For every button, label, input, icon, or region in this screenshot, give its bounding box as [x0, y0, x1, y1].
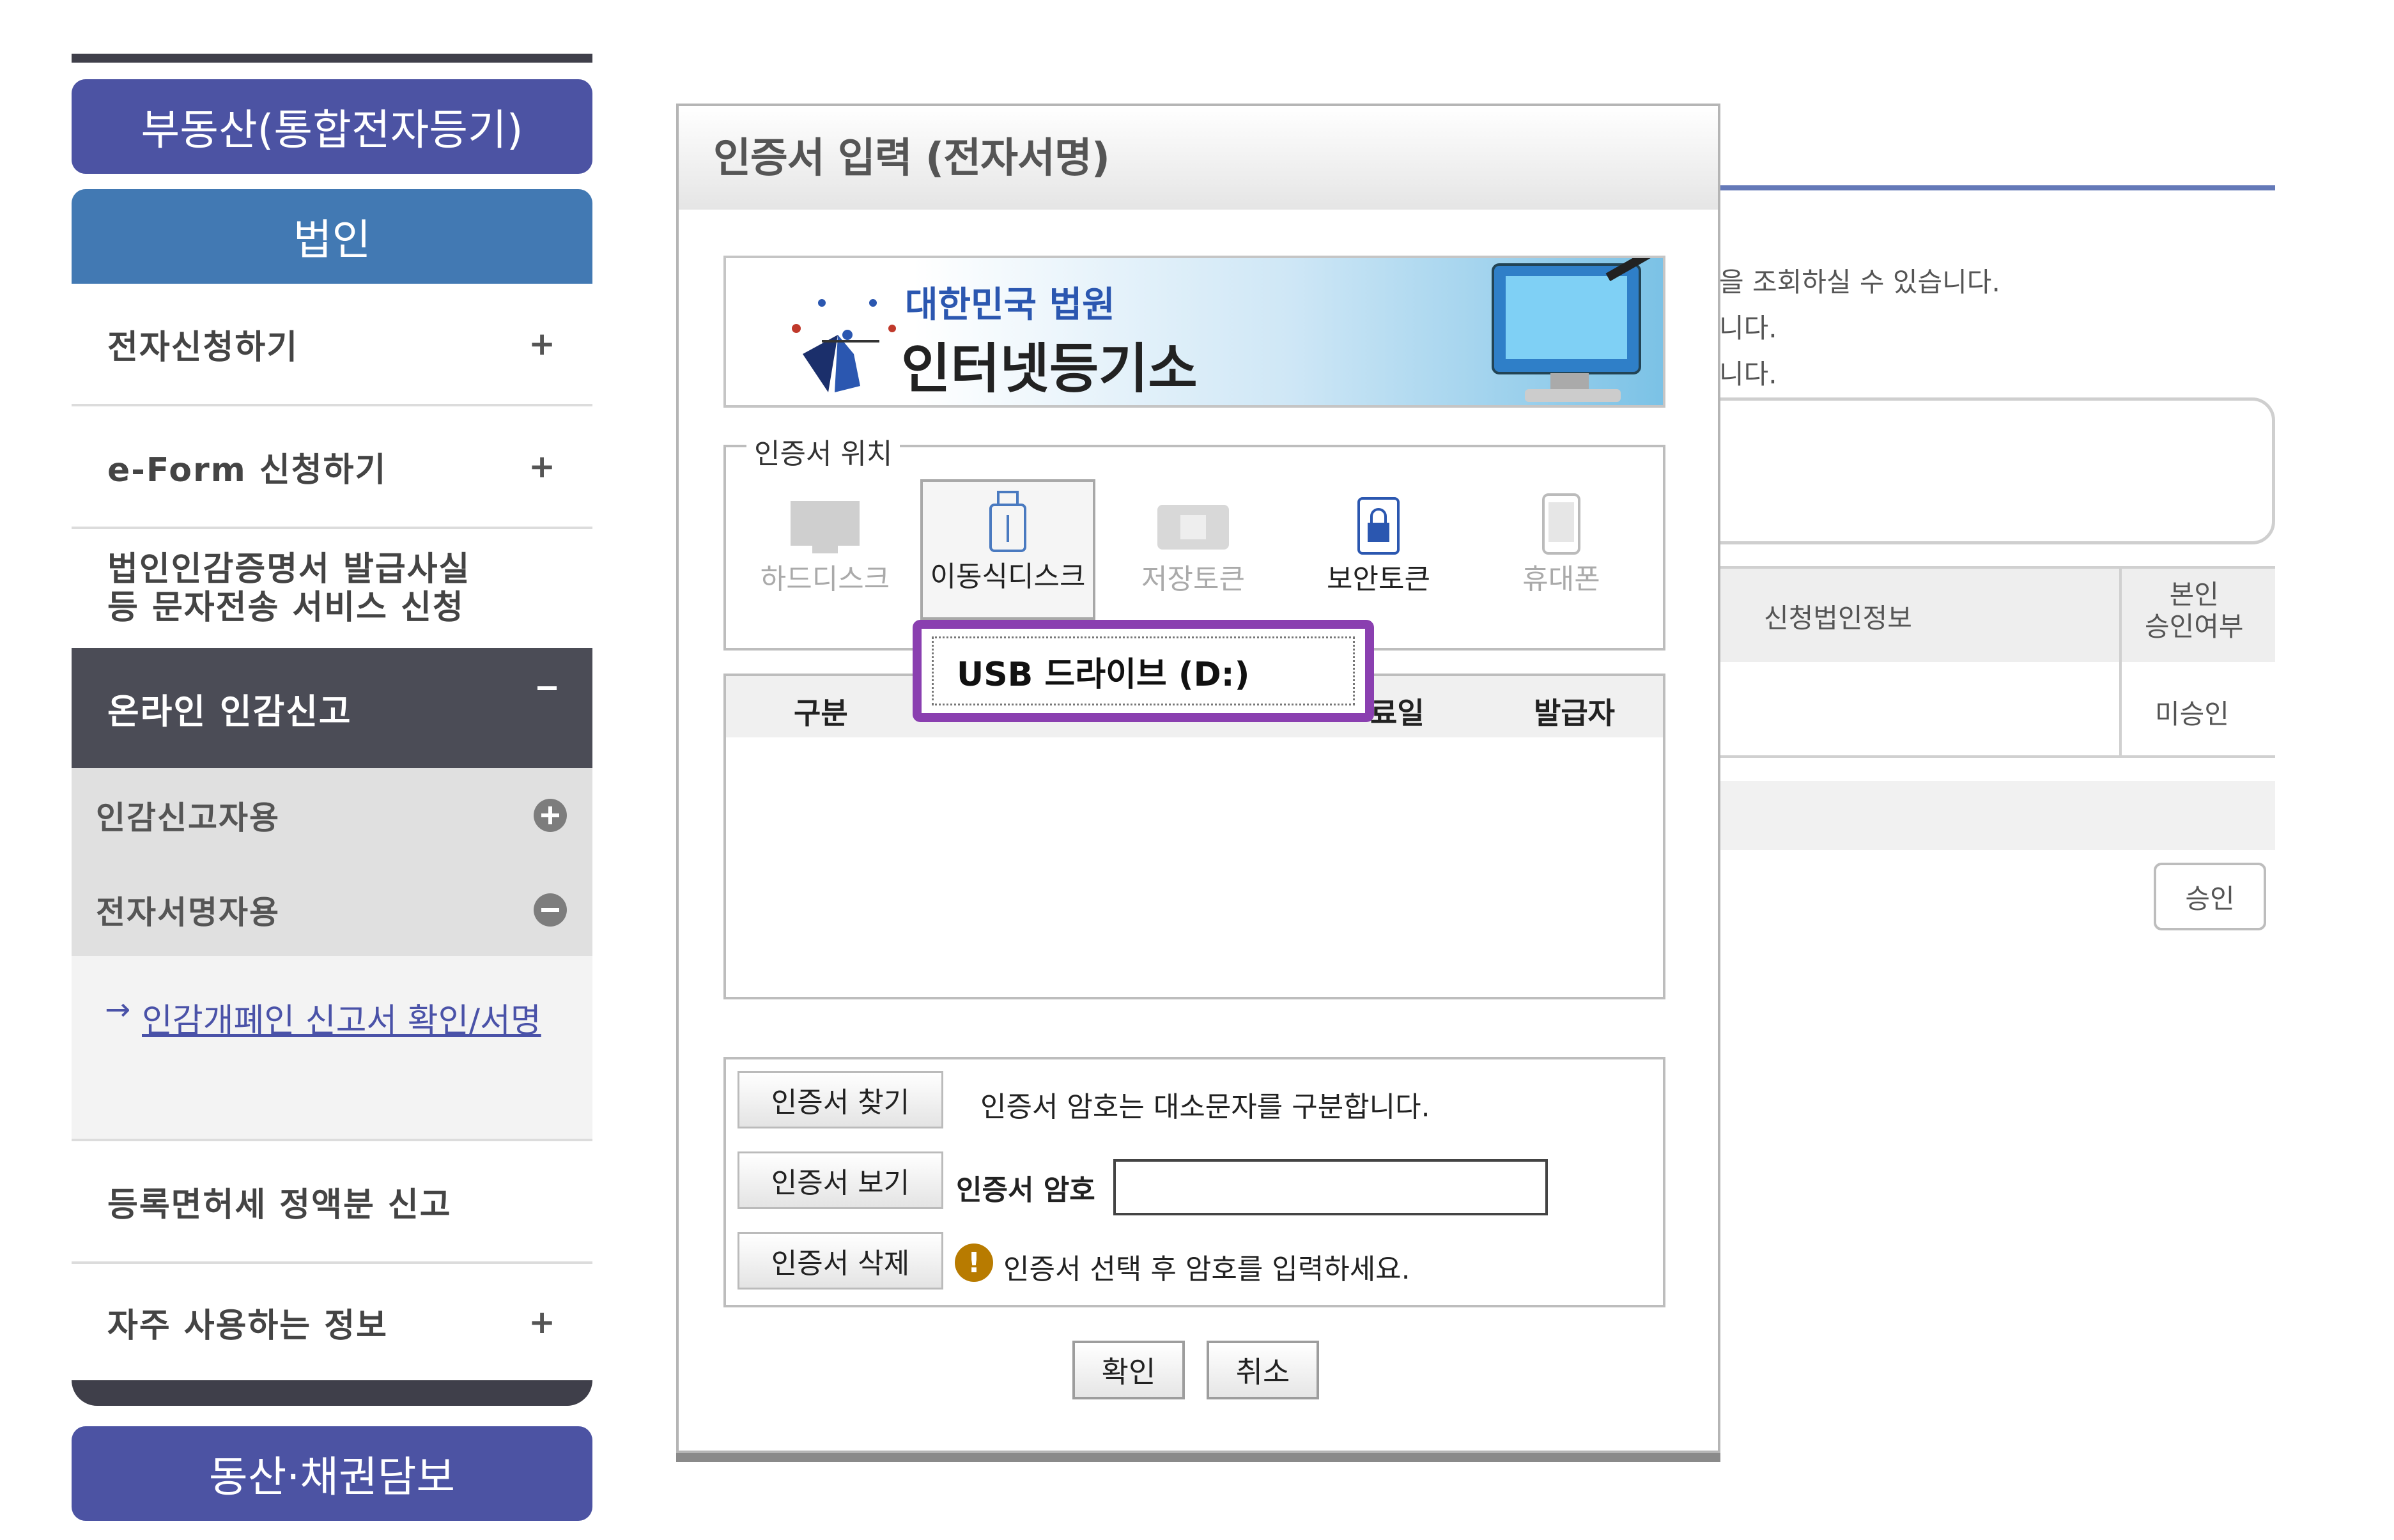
location-label: 이동식디스크 [930, 560, 1086, 593]
warning-icon: ! [955, 1244, 993, 1282]
sub-item-label: 인감신고자용 [96, 799, 280, 836]
approve-button[interactable]: 승인 [2154, 863, 2266, 930]
info-line: 니다. [1719, 358, 1777, 390]
hard-disk-icon [791, 501, 860, 553]
lock-token-icon [1357, 497, 1400, 555]
expand-plus-icon: + [529, 448, 557, 485]
col-corp-info: 신청법인정보 [1764, 603, 1912, 634]
sidebar-item-label: 법인인감증명서 발급사실 등 문자전송 서비스 신청 [107, 550, 471, 627]
background-strip [1713, 781, 2275, 850]
background-search-box[interactable] [1662, 397, 2275, 544]
location-security-token[interactable]: 보안토큰 [1291, 479, 1466, 620]
view-certificate-button[interactable]: 인증서 보기 [738, 1151, 943, 1209]
location-removable-disk[interactable]: 이동식디스크 [920, 479, 1095, 620]
collapse-minus-icon [537, 686, 557, 690]
location-label: 보안토큰 [1327, 563, 1430, 596]
sub-item-seal-reporter[interactable]: 인감신고자용 [72, 768, 592, 863]
info-line: 니다. [1719, 312, 1777, 344]
sidebar-item-online-seal[interactable]: 온라인 인감신고 [72, 648, 592, 768]
usb-drive-option[interactable]: USB 드라이브 (D:) [932, 636, 1355, 705]
sidebar-item-label: 등록면허세 정액분 신고 [107, 1185, 452, 1224]
cancel-button[interactable]: 취소 [1207, 1341, 1319, 1399]
monitor-illustration-icon [1492, 258, 1651, 402]
sidebar-item-tax[interactable]: 등록면허세 정액분 신고 [72, 1141, 592, 1264]
sidebar-item-sms-service[interactable]: 법인인감증명서 발급사실 등 문자전송 서비스 신청 [72, 529, 592, 651]
location-label: 저장토큰 [1141, 563, 1245, 596]
sidebar-bottom-bar [72, 1380, 592, 1406]
delete-certificate-button[interactable]: 인증서 삭제 [738, 1232, 943, 1290]
banner-registry-name: 인터넷등기소 [901, 337, 1198, 400]
location-storage-token[interactable]: 저장토큰 [1106, 479, 1281, 620]
mobile-phone-icon [1542, 493, 1580, 555]
arrow-right-icon: → [105, 992, 131, 1028]
location-label: 휴대폰 [1522, 563, 1600, 596]
password-warning-note: 인증서 선택 후 암호를 입력하세요. [1003, 1253, 1410, 1286]
location-mobile-phone[interactable]: 휴대폰 [1474, 479, 1649, 620]
usb-drive-icon [989, 491, 1026, 552]
sub-item-signer[interactable]: 전자서명자용 [72, 863, 592, 957]
approval-status: 미승인 [2155, 698, 2229, 730]
col-self-approval: 본인 승인여부 [2145, 579, 2244, 642]
col-expiry: 료일 [1370, 696, 1425, 730]
content-header-line [1713, 185, 2275, 190]
court-emblem-icon [792, 299, 896, 392]
nav-corporation[interactable]: 법인 [72, 189, 592, 284]
certificate-password-input[interactable] [1113, 1159, 1548, 1215]
minus-circle-icon [534, 893, 567, 927]
col-issuer: 발급자 [1534, 696, 1615, 730]
sidebar-item-label: e-Form 신청하기 [107, 450, 387, 489]
location-hard-disk[interactable]: 하드디스크 [738, 479, 913, 620]
sub-item-label: 전자서명자용 [96, 894, 280, 931]
password-label: 인증서 암호 [956, 1174, 1095, 1206]
nav-realestate[interactable]: 부동산(통합전자등기) [72, 79, 592, 174]
sidebar-item-e-filing[interactable]: 전자신청하기 + [72, 284, 592, 406]
expand-plus-icon: + [529, 1304, 557, 1341]
ok-button[interactable]: 확인 [1072, 1341, 1185, 1399]
plus-circle-icon [534, 799, 567, 832]
sidebar-top-bar [72, 54, 592, 63]
sidebar-item-eform[interactable]: e-Form 신청하기 + [72, 406, 592, 529]
cert-location-label: 인증서 위치 [746, 431, 900, 472]
seal-change-confirm-link[interactable]: 인감개폐인 신고서 확인/서명 [142, 990, 551, 1052]
case-sensitive-note: 인증서 암호는 대소문자를 구분합니다. [980, 1091, 1430, 1123]
expand-plus-icon: + [529, 325, 557, 362]
info-line: 을 조회하실 수 있습니다. [1719, 266, 2000, 298]
storage-token-icon [1157, 505, 1229, 550]
col-type: 구분 [794, 696, 848, 730]
dialog-title: 인증서 입력 (전자서명) [713, 135, 1110, 182]
nav-movables[interactable]: 동산·채권담보 [72, 1426, 592, 1521]
sidebar-item-label: 온라인 인감신고 [107, 691, 352, 732]
location-label: 하드디스크 [760, 563, 890, 596]
sidebar-item-label: 자주 사용하는 정보 [107, 1306, 388, 1345]
find-certificate-button[interactable]: 인증서 찾기 [738, 1071, 943, 1128]
sidebar-item-label: 전자신청하기 [107, 328, 299, 367]
sidebar-item-faq[interactable]: 자주 사용하는 정보 + [72, 1264, 592, 1380]
banner-court-name: 대한민국 법원 [905, 284, 1115, 326]
